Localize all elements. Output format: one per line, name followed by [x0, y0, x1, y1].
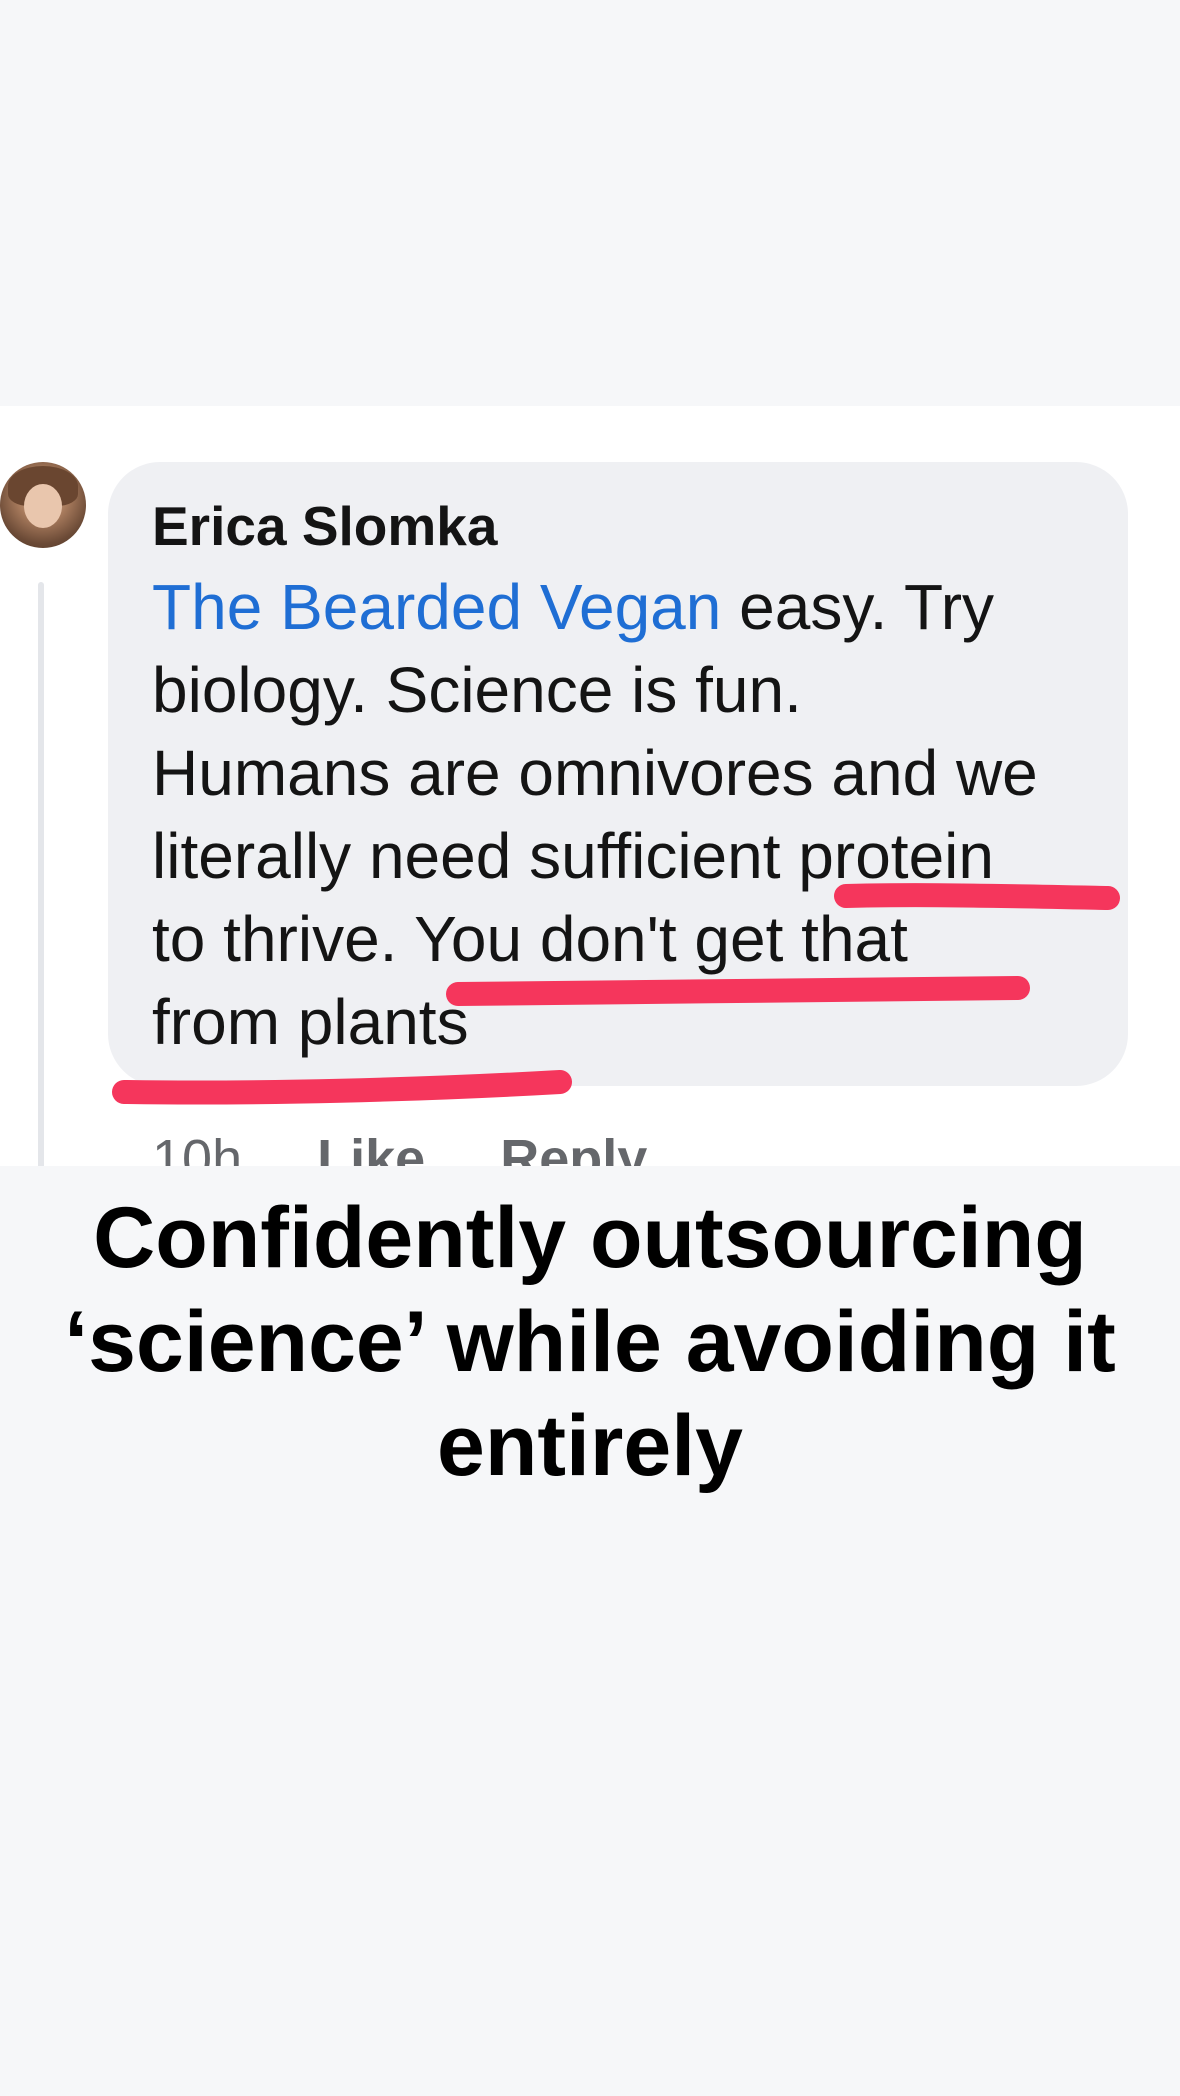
comment-line-1: The Bearded Vegan easy. Try	[152, 566, 1112, 649]
comment-meta-row: 10h Like Reply	[152, 1128, 707, 1166]
top-blank-area	[0, 0, 1180, 406]
comment-timestamp: 10h	[152, 1129, 243, 1166]
like-button[interactable]: Like	[317, 1129, 425, 1166]
comment-line-1-rest: easy. Try	[721, 571, 994, 643]
avatar-face	[24, 484, 62, 528]
comment-line-5: to thrive. You don't get that	[152, 903, 908, 975]
comment-line-3: Humans are omnivores and we	[152, 737, 1038, 809]
thread-line	[38, 582, 44, 1166]
comment-text: The Bearded Vegan easy. Try biology. Sci…	[152, 566, 1112, 1064]
author-name[interactable]: Erica Slomka	[152, 494, 497, 558]
comment-screenshot: Erica Slomka The Bearded Vegan easy. Try…	[0, 406, 1180, 1166]
caption-text: Confidently outsourcing ‘science’ while …	[64, 1190, 1116, 1494]
comment-line-6: from plants	[152, 986, 469, 1058]
reply-button[interactable]: Reply	[500, 1129, 647, 1166]
comment-line-4: literally need sufficient protein	[152, 820, 994, 892]
avatar[interactable]	[0, 462, 86, 548]
comment-line-2: biology. Science is fun.	[152, 654, 802, 726]
mention-link[interactable]: The Bearded Vegan	[152, 571, 721, 643]
